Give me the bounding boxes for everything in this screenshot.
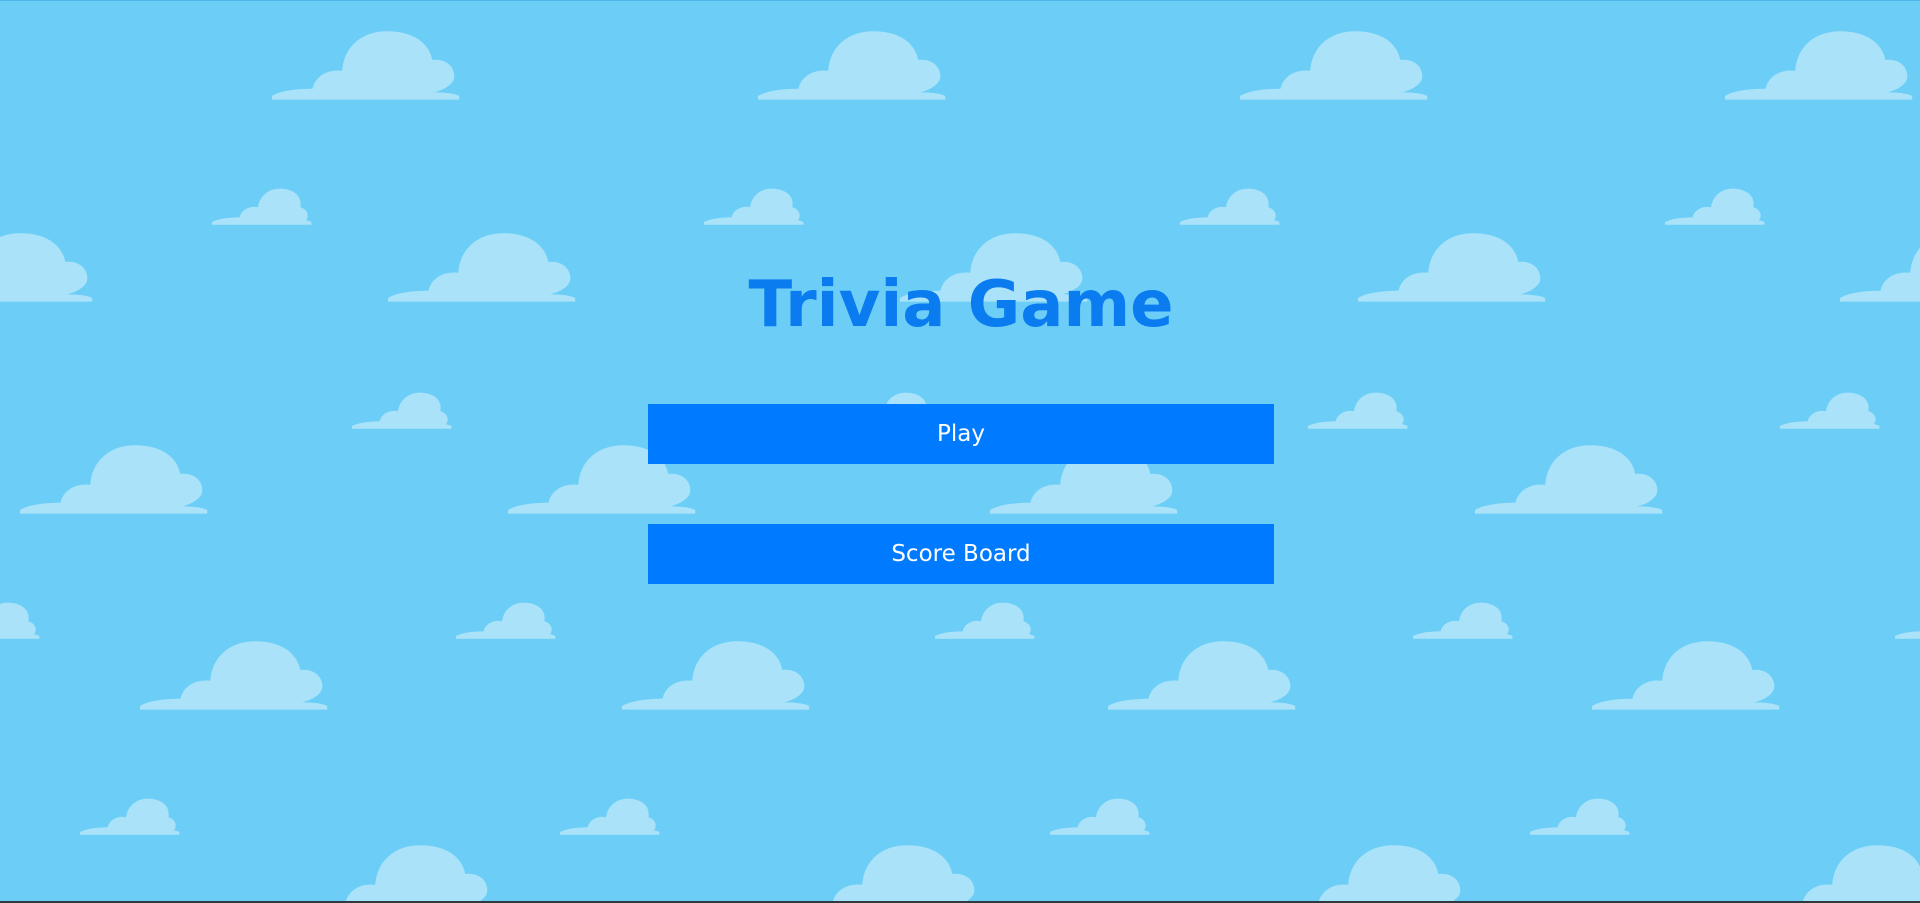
cloud-decoration — [1240, 31, 1428, 100]
cloud-decoration — [1413, 602, 1513, 639]
cloud-decoration — [0, 602, 40, 639]
cloud-decoration — [272, 31, 460, 100]
cloud-decoration — [212, 188, 312, 225]
cloud-decoration — [792, 845, 980, 903]
cloud-decoration — [1665, 188, 1765, 225]
cloud-decoration — [20, 445, 208, 514]
cloud-decoration — [1530, 798, 1630, 835]
cloud-decoration — [140, 641, 328, 710]
cloud-decoration — [388, 233, 576, 302]
cloud-decoration — [1278, 845, 1466, 903]
cloud-decoration — [1725, 31, 1913, 100]
cloud-decoration — [1592, 641, 1780, 710]
cloud-decoration — [1840, 233, 1920, 302]
cloud-decoration — [560, 798, 660, 835]
cloud-decoration — [935, 602, 1035, 639]
cloud-decoration — [1762, 845, 1920, 903]
cloud-decoration — [80, 798, 180, 835]
cloud-decoration — [456, 602, 556, 639]
play-button[interactable]: Play — [648, 404, 1274, 464]
main-menu: Trivia Game Play Score Board — [648, 255, 1274, 584]
cloud-decoration — [0, 233, 93, 302]
cloud-decoration — [305, 845, 493, 903]
cloud-decoration — [758, 31, 946, 100]
cloud-decoration — [1050, 798, 1150, 835]
page-title: Trivia Game — [748, 268, 1174, 342]
cloud-decoration — [1180, 188, 1280, 225]
cloud-decoration — [1475, 445, 1663, 514]
cloud-decoration — [622, 641, 810, 710]
cloud-decoration — [1780, 392, 1880, 429]
cloud-decoration — [1108, 641, 1296, 710]
scoreboard-button[interactable]: Score Board — [648, 524, 1274, 584]
cloud-decoration — [1308, 392, 1408, 429]
cloud-decoration — [1358, 233, 1546, 302]
cloud-decoration — [352, 392, 452, 429]
top-border — [0, 0, 1920, 1]
cloud-decoration — [704, 188, 804, 225]
cloud-decoration — [1895, 602, 1920, 639]
